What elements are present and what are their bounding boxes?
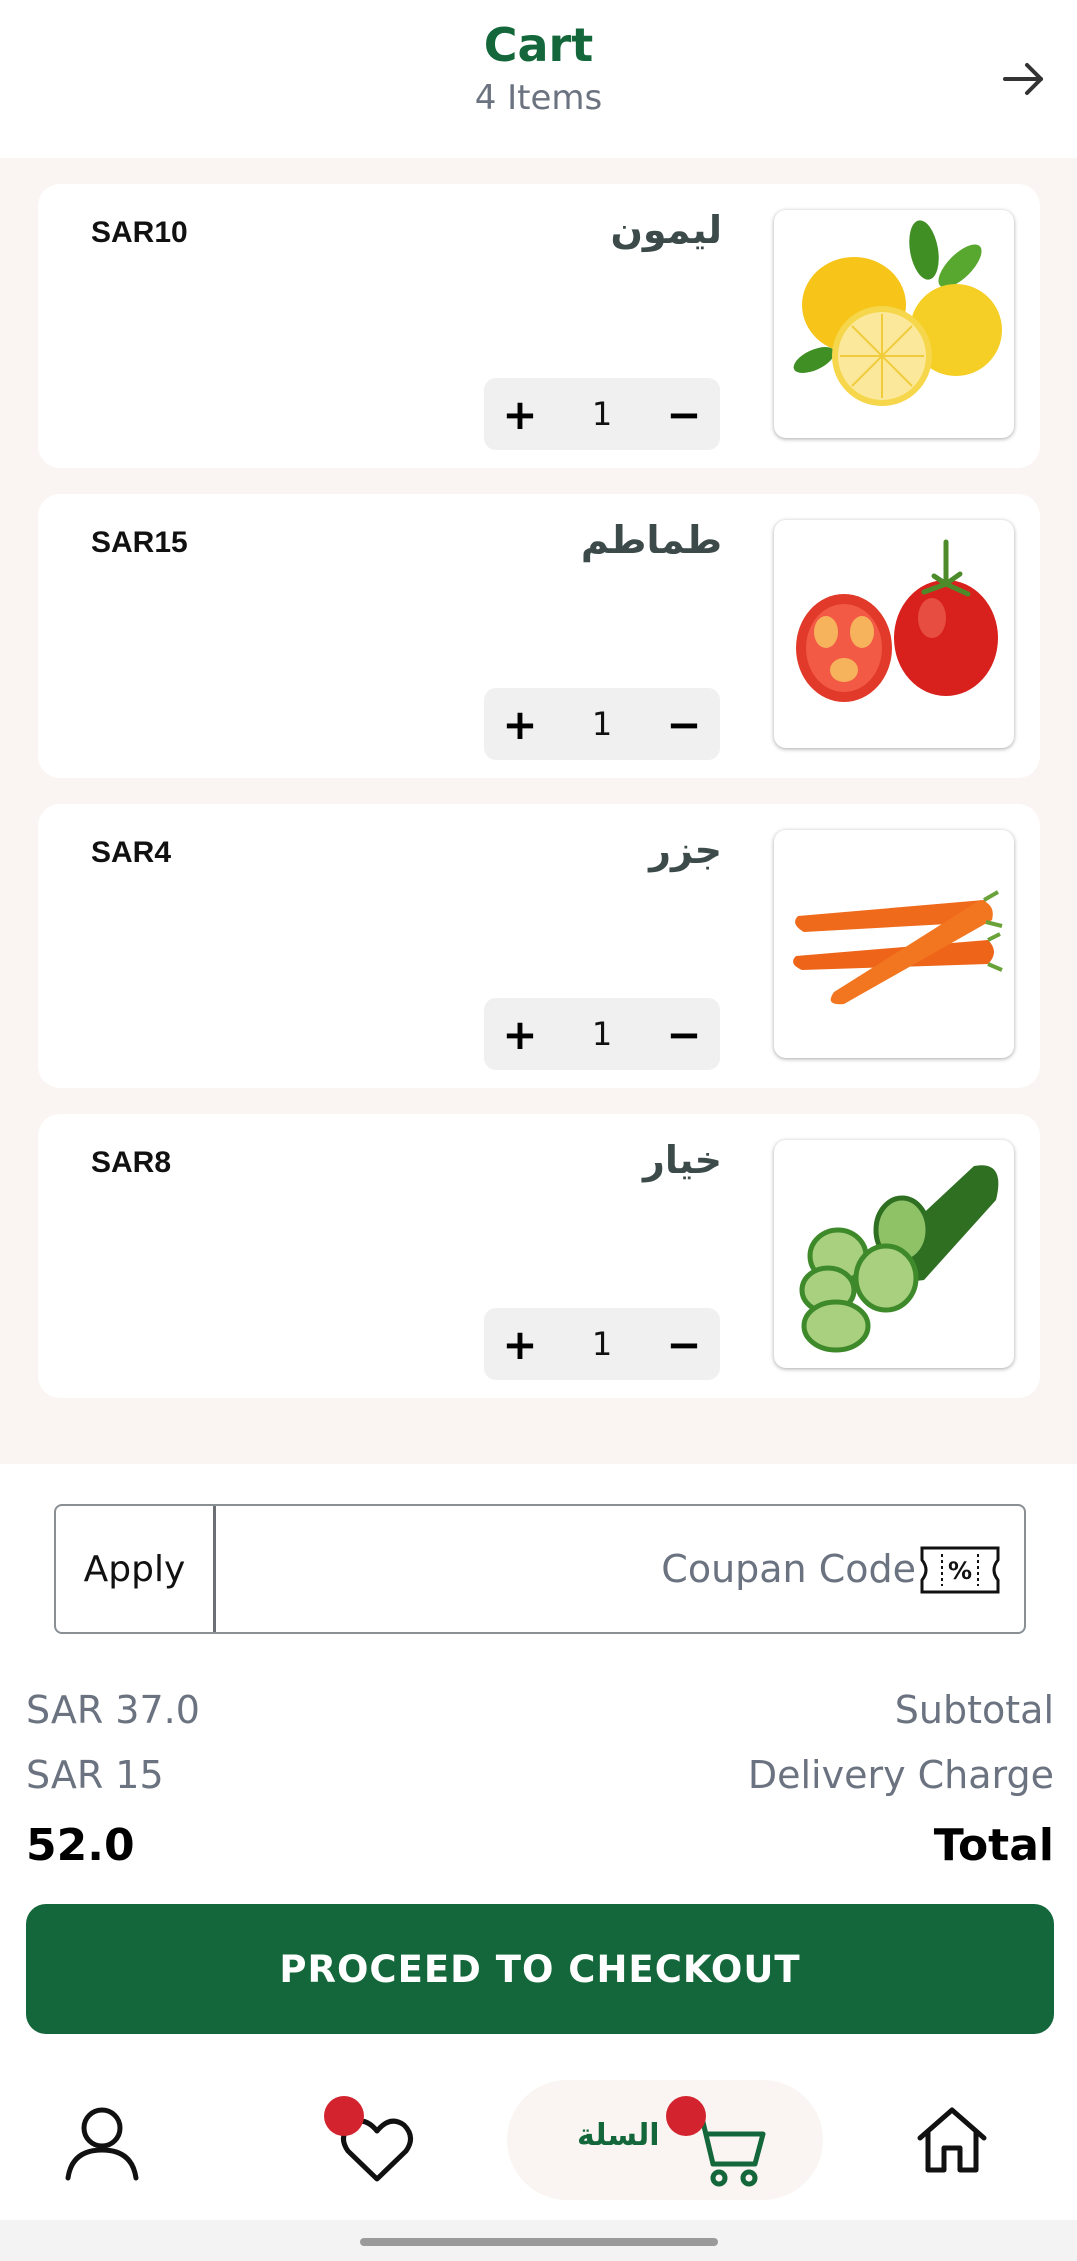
quantity-value: 1 [591,395,613,433]
cucumber-image[interactable] [774,1140,1014,1368]
cart-item: SAR8 خيار + 1 − [38,1114,1040,1398]
tomato-image[interactable] [774,520,1014,748]
subtotal-value: SAR 37.0 [26,1688,200,1732]
subtotal-label: Subtotal [894,1688,1054,1732]
coupon-ticket-icon: % [920,1546,1000,1594]
quantity-stepper: + 1 − [484,688,720,760]
cart-item: SAR10 ليمون + 1 − [38,184,1040,468]
nav-cart-label: السلة [577,2118,660,2153]
wishlist-badge [324,2096,364,2136]
quantity-stepper: + 1 − [484,998,720,1070]
increase-button[interactable]: + [484,378,556,450]
cart-item: SAR15 طماطم + 1 − [38,494,1040,778]
increase-button[interactable]: + [484,998,556,1070]
item-price: SAR4 [91,836,172,869]
cart-list: SAR10 ليمون + 1 − SAR15 طماطم + 1 − SAR4… [0,158,1077,1464]
cart-item: SAR4 جزر + 1 − [38,804,1040,1088]
header: Cart 4 Items [0,0,1077,158]
quantity-value: 1 [591,1325,613,1363]
delivery-row: SAR 15 Delivery Charge [26,1753,1054,1803]
item-name: ليمون [610,208,722,252]
cart-badge [666,2096,706,2136]
quantity-value: 1 [591,1015,613,1053]
nav-cart-tab[interactable]: السلة [507,2080,823,2200]
decrease-button[interactable]: − [648,1308,720,1380]
quantity-value: 1 [591,705,613,743]
carrot-image[interactable] [774,830,1014,1058]
decrease-button[interactable]: − [648,688,720,760]
home-indicator[interactable] [360,2238,718,2246]
item-price: SAR10 [91,216,188,249]
item-name: خيار [642,1138,722,1182]
total-row: 52.0 Total [26,1820,1054,1871]
system-bar [0,2220,1077,2261]
item-count: 4 Items [474,78,603,118]
apply-button[interactable]: Apply [56,1506,216,1632]
coupon-code-input[interactable] [222,1514,922,1624]
subtotal-row: SAR 37.0 Subtotal [26,1688,1054,1738]
bottom-nav: السلة [0,2060,1077,2220]
item-name: طماطم [580,518,722,562]
increase-button[interactable]: + [484,1308,556,1380]
quantity-stepper: + 1 − [484,378,720,450]
checkout-button[interactable]: PROCEED TO CHECKOUT [26,1904,1054,2034]
total-value: 52.0 [26,1820,135,1871]
page-title: Cart [483,18,594,72]
profile-icon[interactable] [62,2102,142,2182]
arrow-right-icon[interactable] [997,52,1051,106]
decrease-button[interactable]: − [648,378,720,450]
svg-text:%: % [948,1557,972,1585]
item-name: جزر [649,828,722,872]
quantity-stepper: + 1 − [484,1308,720,1380]
lemon-image[interactable] [774,210,1014,438]
item-price: SAR15 [91,526,188,559]
coupon-box: Apply % [54,1504,1026,1634]
total-label: Total [933,1820,1054,1871]
home-icon[interactable] [916,2104,988,2174]
increase-button[interactable]: + [484,688,556,760]
decrease-button[interactable]: − [648,998,720,1070]
delivery-label: Delivery Charge [747,1753,1054,1797]
item-price: SAR8 [91,1146,172,1179]
delivery-value: SAR 15 [26,1753,164,1797]
